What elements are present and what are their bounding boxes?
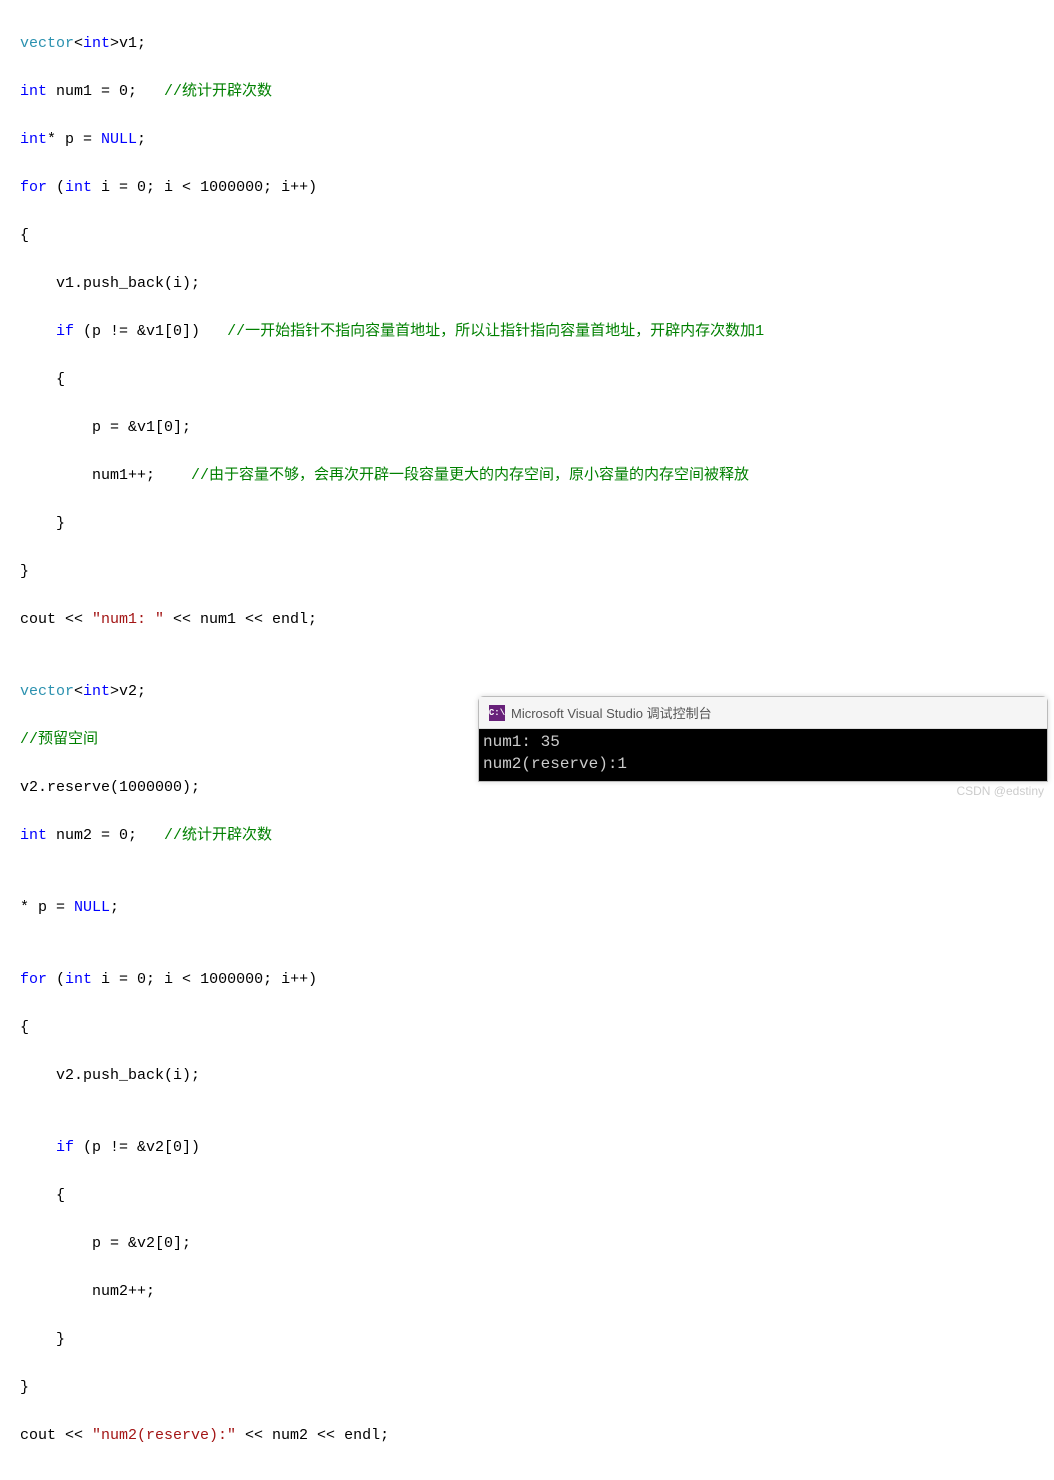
- code-line: for (int i = 0; i < 1000000; i++): [20, 968, 1054, 992]
- code-line: v1.push_back(i);: [20, 272, 1054, 296]
- code-line: {: [20, 368, 1054, 392]
- code-line: }: [20, 1376, 1054, 1400]
- code-line: if (p != &v1[0]) //一开始指针不指向容量首地址，所以让指针指向…: [20, 320, 1054, 344]
- code-line: for (int i = 0; i < 1000000; i++): [20, 176, 1054, 200]
- code-line: cout << "num1: " << num1 << endl;: [20, 608, 1054, 632]
- code-line: int num1 = 0; //统计开辟次数: [20, 80, 1054, 104]
- code-line: }: [20, 560, 1054, 584]
- code-line: {: [20, 1016, 1054, 1040]
- code-line: int* p = NULL;: [20, 128, 1054, 152]
- code-line: cout << "num2(reserve):" << num2 << endl…: [20, 1424, 1054, 1448]
- console-title-bar[interactable]: C:\ Microsoft Visual Studio 调试控制台: [479, 697, 1047, 729]
- code-line: vector<int>v1;: [20, 32, 1054, 56]
- code-line: if (p != &v2[0]): [20, 1136, 1054, 1160]
- code-line: v2.push_back(i);: [20, 1064, 1054, 1088]
- code-line: }: [20, 512, 1054, 536]
- code-line: * p = NULL;: [20, 896, 1054, 920]
- vs-console-icon: C:\: [489, 705, 505, 721]
- console-line: num1: 35: [483, 731, 1043, 753]
- code-line: }: [20, 1328, 1054, 1352]
- code-line: p = &v2[0];: [20, 1232, 1054, 1256]
- console-output: num1: 35 num2(reserve):1: [479, 729, 1047, 781]
- code-line: num1++; //由于容量不够，会再次开辟一段容量更大的内存空间，原小容量的内…: [20, 464, 1054, 488]
- watermark: CSDN @edstiny: [956, 784, 1044, 798]
- console-title-text: Microsoft Visual Studio 调试控制台: [511, 703, 712, 722]
- code-line: num2++;: [20, 1280, 1054, 1304]
- code-line: int num2 = 0; //统计开辟次数: [20, 824, 1054, 848]
- code-line: {: [20, 224, 1054, 248]
- code-line: {: [20, 1184, 1054, 1208]
- debug-console-window[interactable]: C:\ Microsoft Visual Studio 调试控制台 num1: …: [478, 696, 1048, 782]
- code-line: p = &v1[0];: [20, 416, 1054, 440]
- console-line: num2(reserve):1: [483, 753, 1043, 775]
